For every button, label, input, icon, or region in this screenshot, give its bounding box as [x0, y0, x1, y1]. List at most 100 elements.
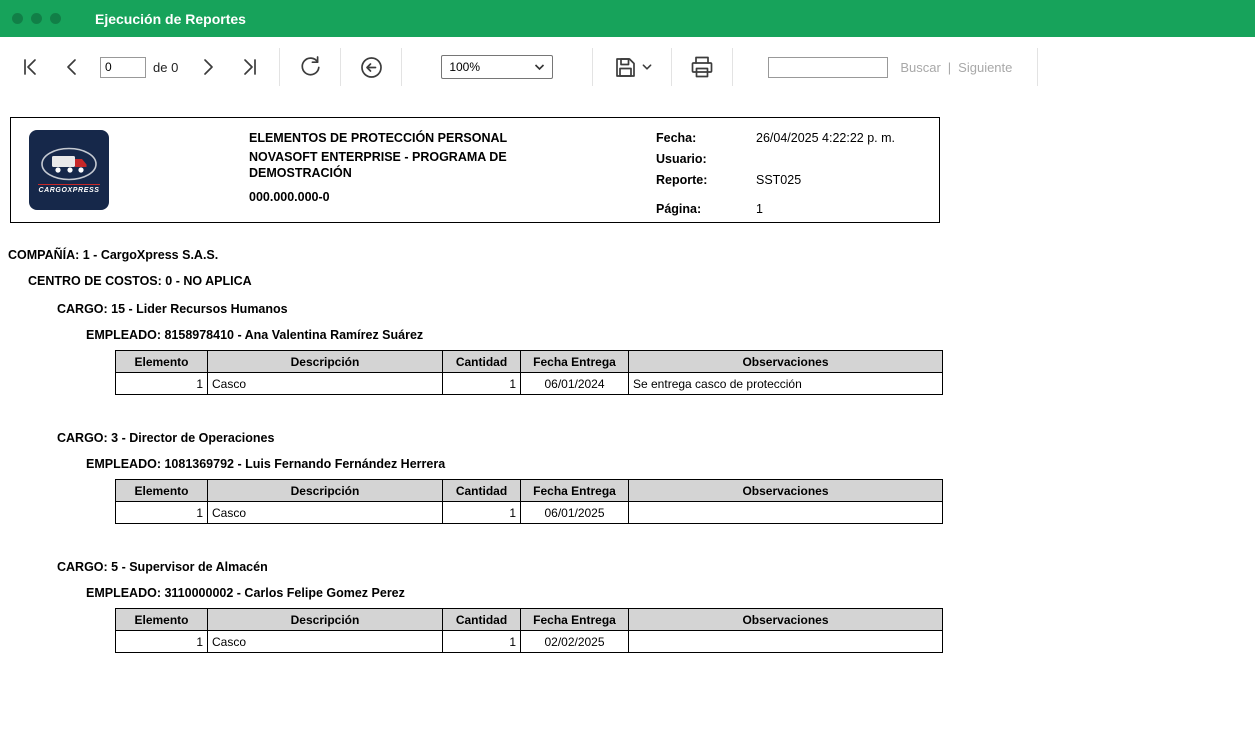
col-header-elemento: Elemento: [115, 608, 208, 631]
report-title-block: ELEMENTOS DE PROTECCIÓN PERSONAL NOVASOF…: [249, 130, 549, 210]
window-title: Ejecución de Reportes: [95, 10, 246, 27]
table-header-row: Elemento Descripción Cantidad Fecha Entr…: [115, 608, 943, 631]
col-header-fecha-entrega: Fecha Entrega: [520, 479, 629, 502]
report-subtitle: NOVASOFT ENTERPRISE - PROGRAMA DE DEMOST…: [249, 150, 507, 180]
printer-icon: [691, 56, 713, 78]
toolbar-separator: [1037, 48, 1039, 86]
empleado-heading: EMPLEADO: 3110000002 - Carlos Felipe Gom…: [86, 586, 405, 600]
toolbar-separator: [732, 48, 734, 86]
cargo-heading: CARGO: 5 - Supervisor de Almacén: [57, 560, 268, 574]
zoom-value: 100%: [449, 60, 481, 74]
find-next-link[interactable]: Siguiente: [958, 60, 1012, 75]
cell-descripcion: Casco: [207, 630, 443, 653]
epp-table: Elemento Descripción Cantidad Fecha Entr…: [115, 479, 943, 524]
company-id: 000.000.000-0: [249, 190, 330, 204]
cell-elemento: 1: [115, 630, 208, 653]
col-header-elemento: Elemento: [115, 479, 208, 502]
previous-page-icon: [67, 59, 76, 75]
cargo-group: CARGO: 3 - Director de Operaciones EMPLE…: [8, 431, 1255, 524]
next-page-button[interactable]: [186, 46, 228, 88]
cell-descripcion: Casco: [207, 501, 443, 524]
back-arrow-icon: [360, 56, 382, 78]
report-title: ELEMENTOS DE PROTECCIÓN PERSONAL: [249, 131, 508, 145]
col-header-descripcion: Descripción: [207, 479, 443, 502]
save-floppy-icon: [615, 57, 635, 77]
cell-observaciones: [628, 630, 943, 653]
company-heading: COMPAÑÍA: 1 - CargoXpress S.A.S.: [8, 248, 219, 262]
toolbar-separator: [279, 48, 281, 86]
window-minimize-dot[interactable]: [31, 13, 42, 24]
report-meta-block: Fecha: 26/04/2025 4:22:22 p. m. Usuario:…: [656, 128, 936, 220]
previous-page-button[interactable]: [52, 46, 94, 88]
next-page-icon: [204, 59, 214, 75]
col-header-descripcion: Descripción: [207, 350, 443, 373]
col-header-observaciones: Observaciones: [628, 350, 943, 373]
col-header-observaciones: Observaciones: [628, 608, 943, 631]
last-page-icon: [244, 59, 257, 75]
col-header-cantidad: Cantidad: [442, 479, 521, 502]
chevron-down-icon: [642, 64, 652, 70]
first-page-button[interactable]: [10, 46, 52, 88]
print-button[interactable]: [681, 46, 723, 88]
col-header-elemento: Elemento: [115, 350, 208, 373]
search-input[interactable]: [768, 56, 889, 78]
meta-pagina: Página: 1: [656, 202, 763, 216]
table-row: 1 Casco 1 02/02/2025: [115, 630, 943, 653]
meta-fecha: Fecha: 26/04/2025 4:22:22 p. m.: [656, 131, 895, 145]
back-button[interactable]: [350, 46, 392, 88]
chevron-down-icon: [535, 64, 545, 71]
table-row: 1 Casco 1 06/01/2025: [115, 501, 943, 524]
table-header-row: Elemento Descripción Cantidad Fecha Entr…: [115, 350, 943, 373]
cell-elemento: 1: [115, 372, 208, 395]
col-header-cantidad: Cantidad: [442, 608, 521, 631]
table-row: 1 Casco 1 06/01/2024 Se entrega casco de…: [115, 372, 943, 395]
logo-text: CARGOXPRESS: [38, 184, 100, 194]
cell-cantidad: 1: [442, 372, 521, 395]
cell-observaciones: Se entrega casco de protección: [628, 372, 943, 395]
cell-cantidad: 1: [442, 501, 521, 524]
toolbar-separator: [401, 48, 403, 86]
find-links-separator: |: [947, 59, 952, 75]
col-header-fecha-entrega: Fecha Entrega: [520, 350, 629, 373]
report-page: CARGOXPRESS ELEMENTOS DE PROTECCIÓN PERS…: [0, 97, 1255, 653]
page-number-input[interactable]: [100, 56, 146, 78]
refresh-button[interactable]: [289, 46, 331, 88]
toolbar-separator: [671, 48, 673, 86]
last-page-button[interactable]: [228, 46, 270, 88]
epp-table: Elemento Descripción Cantidad Fecha Entr…: [115, 608, 943, 653]
zoom-select[interactable]: 100%: [441, 55, 554, 79]
window-controls: [12, 13, 61, 24]
cell-elemento: 1: [115, 501, 208, 524]
cell-fecha-entrega: 06/01/2025: [520, 501, 629, 524]
report-viewer-toolbar: de 0 100%: [0, 37, 1255, 97]
window-titlebar: Ejecución de Reportes: [0, 0, 1255, 37]
cargo-group: CARGO: 5 - Supervisor de Almacén EMPLEAD…: [8, 560, 1255, 653]
toolbar-separator: [592, 48, 594, 86]
find-link[interactable]: Buscar: [900, 60, 940, 75]
refresh-icon: [301, 55, 320, 76]
meta-reporte: Reporte: SST025: [656, 173, 802, 187]
col-header-observaciones: Observaciones: [628, 479, 943, 502]
toolbar-separator: [340, 48, 342, 86]
cost-center-heading: CENTRO DE COSTOS: 0 - NO APLICA: [28, 274, 252, 288]
epp-table: Elemento Descripción Cantidad Fecha Entr…: [115, 350, 943, 395]
first-page-icon: [24, 59, 36, 75]
cargo-heading: CARGO: 15 - Lider Recursos Humanos: [57, 302, 288, 316]
table-header-row: Elemento Descripción Cantidad Fecha Entr…: [115, 479, 943, 502]
col-header-fecha-entrega: Fecha Entrega: [520, 608, 629, 631]
company-logo: CARGOXPRESS: [29, 130, 109, 210]
cargo-heading: CARGO: 3 - Director de Operaciones: [57, 431, 275, 445]
cell-cantidad: 1: [442, 630, 521, 653]
col-header-descripcion: Descripción: [207, 608, 443, 631]
col-header-cantidad: Cantidad: [442, 350, 521, 373]
window-close-dot[interactable]: [12, 13, 23, 24]
cell-descripcion: Casco: [207, 372, 443, 395]
page-count-label: de 0: [153, 59, 179, 75]
cell-fecha-entrega: 06/01/2024: [520, 372, 629, 395]
export-save-button[interactable]: [602, 46, 662, 88]
window-maximize-dot[interactable]: [50, 13, 61, 24]
empleado-heading: EMPLEADO: 8158978410 - Ana Valentina Ram…: [86, 328, 424, 342]
cargo-group: CARGO: 15 - Lider Recursos Humanos EMPLE…: [8, 302, 1255, 395]
meta-usuario: Usuario:: [656, 152, 707, 166]
cell-observaciones: [628, 501, 943, 524]
